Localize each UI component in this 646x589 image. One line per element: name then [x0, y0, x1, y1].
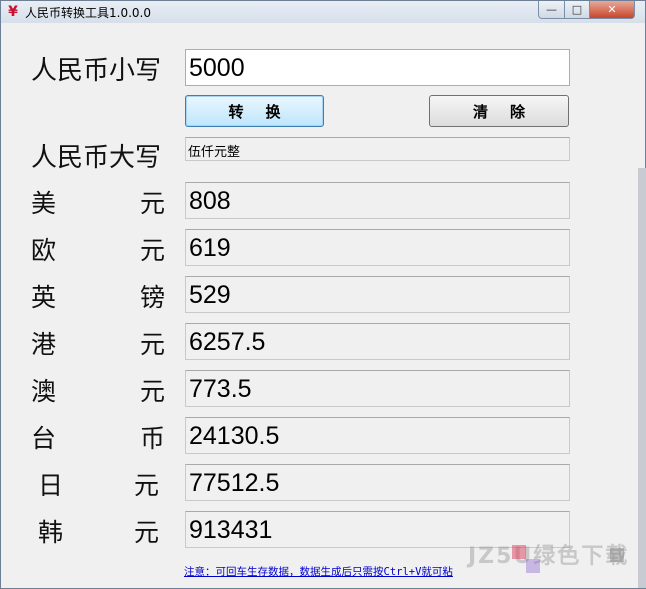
- watermark: JZ5U绿色下载: [468, 544, 630, 569]
- rmb-upper-field[interactable]: 伍仟元整: [185, 137, 570, 161]
- usd-label-char2: 元: [140, 189, 166, 218]
- twd-label-char1: 台: [31, 424, 57, 453]
- hkd-label-char2: 元: [140, 330, 166, 359]
- eur-field[interactable]: 619: [185, 229, 570, 266]
- close-icon: ✕: [607, 3, 617, 16]
- clear-button[interactable]: 清除: [429, 95, 569, 127]
- usd-field[interactable]: 808: [185, 182, 570, 219]
- krw-label-char1: 韩: [38, 518, 64, 547]
- hkd-label-char1: 港: [31, 330, 57, 359]
- twd-label-char2: 币: [140, 424, 166, 453]
- mop-label-char1: 澳: [31, 377, 57, 406]
- watermark-block: [512, 545, 526, 559]
- yuan-icon: ¥: [8, 4, 18, 20]
- hkd-field[interactable]: 6257.5: [185, 323, 570, 360]
- mop-field[interactable]: 773.5: [185, 370, 570, 407]
- rmb-upper-label: 人民币大写: [31, 143, 162, 173]
- krw-label-char2: 元: [134, 518, 160, 547]
- twd-field[interactable]: 24130.5: [185, 417, 570, 454]
- gbp-label-char1: 英: [31, 283, 57, 312]
- maximize-icon: □: [571, 3, 583, 16]
- watermark-block: [610, 548, 624, 562]
- maximize-button[interactable]: □: [564, 1, 590, 19]
- mop-label-char2: 元: [140, 377, 166, 406]
- notice-link[interactable]: 注意：可回车生存数据，数据生成后只需按Ctrl+V就可粘: [184, 564, 494, 579]
- close-button[interactable]: ✕: [589, 1, 635, 19]
- eur-label-char1: 欧: [31, 236, 57, 265]
- rmb-lower-input[interactable]: 5000: [185, 49, 570, 86]
- title-bar[interactable]: ¥ 人民币转换工具1.0.0.0 — □ ✕: [1, 1, 645, 23]
- usd-label-char1: 美: [31, 189, 57, 218]
- window-title: 人民币转换工具1.0.0.0: [25, 6, 151, 20]
- jpy-label-char1: 日: [38, 471, 64, 500]
- gbp-label-char2: 镑: [140, 283, 166, 312]
- jpy-label-char2: 元: [134, 471, 160, 500]
- watermark-block: [526, 559, 540, 573]
- jpy-field[interactable]: 77512.5: [185, 464, 570, 501]
- minimize-button[interactable]: —: [538, 1, 565, 19]
- convert-button[interactable]: 转换: [185, 95, 324, 127]
- eur-label-char2: 元: [140, 236, 166, 265]
- minimize-icon: —: [546, 3, 557, 16]
- gbp-field[interactable]: 529: [185, 276, 570, 313]
- rmb-lower-label: 人民币小写: [31, 56, 162, 86]
- window-edge: [638, 168, 646, 588]
